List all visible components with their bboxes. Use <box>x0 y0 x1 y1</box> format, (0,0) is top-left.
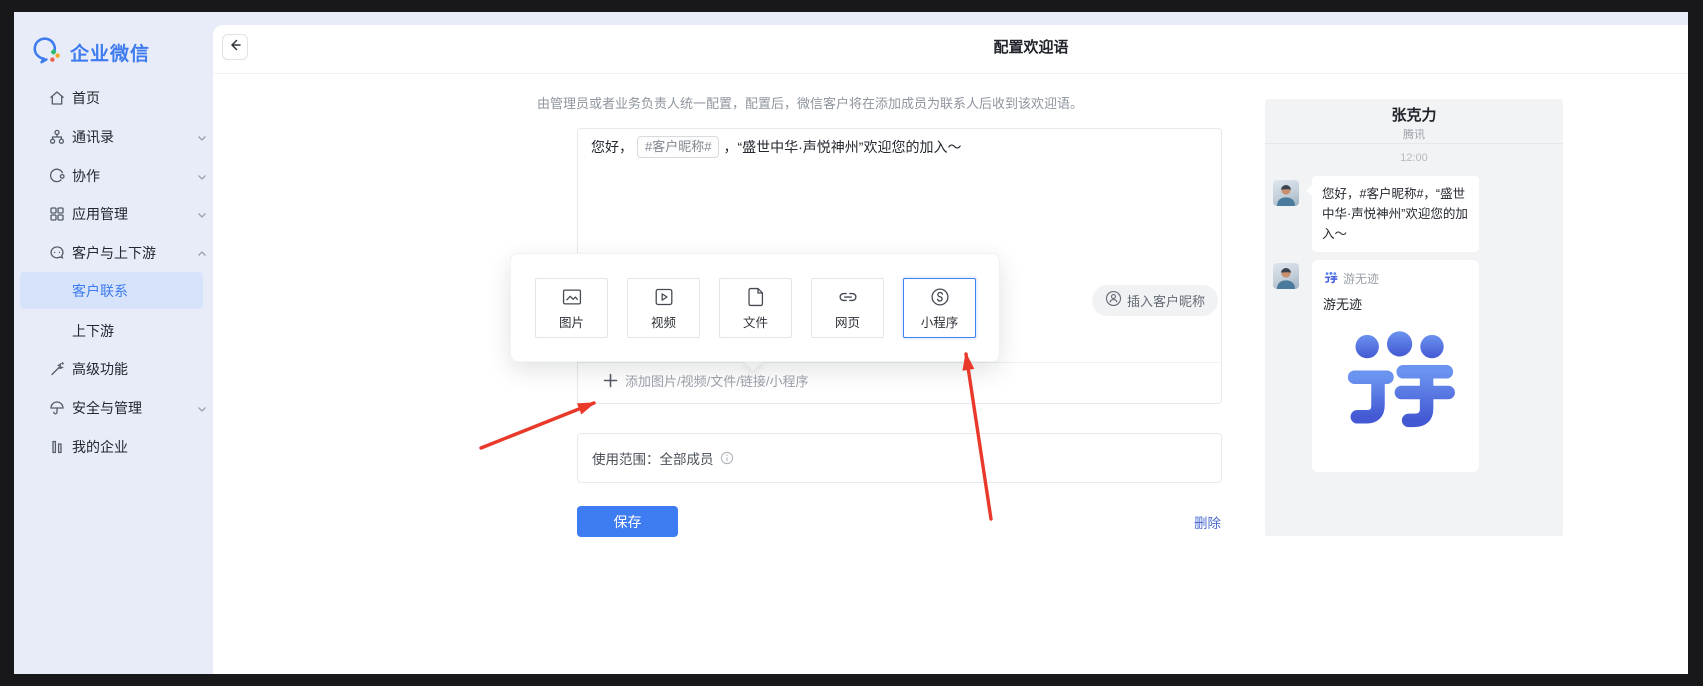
popup-option-label: 图片 <box>559 312 584 331</box>
sidebar-item-label: 客户联系 <box>72 281 128 301</box>
chevron-down-icon <box>196 402 208 414</box>
sidebar-item-advanced[interactable]: 高级功能 <box>14 355 214 382</box>
popup-option-webpage[interactable]: 网页 <box>811 278 884 338</box>
apps-grid-icon <box>48 205 66 223</box>
sidebar-item-label: 客户与上下游 <box>72 243 156 263</box>
company-icon <box>48 438 66 456</box>
video-icon <box>653 286 675 308</box>
plus-icon <box>603 373 618 388</box>
message-text-before: 您好， <box>591 139 633 155</box>
back-button[interactable] <box>222 34 248 60</box>
sidebar-item-customer-contact[interactable]: 客户联系 <box>14 277 214 304</box>
card-source-name: 游无迹 <box>1343 270 1379 287</box>
arrow-left-icon <box>228 38 242 57</box>
file-icon <box>745 286 767 308</box>
contacts-icon <box>48 128 66 146</box>
sidebar-item-label: 协作 <box>72 166 100 186</box>
preview-miniprogram-card: 游无迹 游无迹 <box>1312 260 1479 472</box>
popup-option-label: 小程序 <box>921 312 959 331</box>
person-circle-icon <box>1105 290 1122 312</box>
sidebar-item-my-company[interactable]: 我的企业 <box>14 433 214 460</box>
popup-option-image[interactable]: 图片 <box>535 278 608 338</box>
popup-option-label: 网页 <box>835 312 860 331</box>
config-description: 由管理员或者业务负责人统一配置，配置后，微信客户将在添加成员为联系人后收到该欢迎… <box>537 93 1097 112</box>
preview-contact-name: 张克力 <box>1265 104 1563 125</box>
preview-contact-org: 腾讯 <box>1265 126 1563 142</box>
nickname-tag: #客户昵称# <box>637 136 719 158</box>
sidebar-item-security[interactable]: 安全与管理 <box>14 394 214 421</box>
home-icon <box>48 89 66 107</box>
insert-nickname-label: 插入客户昵称 <box>1127 291 1205 310</box>
save-button[interactable]: 保存 <box>577 506 678 537</box>
sidebar-item-label: 高级功能 <box>72 359 128 379</box>
youwuji-logo-icon <box>1323 271 1338 287</box>
sidebar-item-customers[interactable]: 客户与上下游 <box>14 239 214 266</box>
miniprogram-icon <box>929 286 951 308</box>
sidebar-item-label: 安全与管理 <box>72 398 142 418</box>
scope-selector[interactable]: 使用范围：全部成员 <box>577 433 1222 483</box>
youwuji-logo-image <box>1333 325 1459 433</box>
advanced-wand-icon <box>48 360 66 378</box>
customer-chat-icon <box>48 244 66 262</box>
preview-message-bubble: 您好，#客户昵称#，“盛世中华·声悦神州”欢迎您的加入～ <box>1312 176 1479 252</box>
brand-logo: 企业微信 <box>30 36 150 69</box>
page-title: 配置欢迎语 <box>951 36 1111 57</box>
popup-option-label: 视频 <box>651 312 676 331</box>
popup-option-label: 文件 <box>743 312 768 331</box>
sidebar-item-label: 首页 <box>72 88 100 108</box>
card-title: 游无迹 <box>1323 294 1468 313</box>
chevron-down-icon <box>196 170 208 182</box>
scope-label: 使用范围：全部成员 <box>592 448 714 468</box>
chevron-up-icon <box>196 247 208 259</box>
sidebar-item-home[interactable]: 首页 <box>14 84 214 111</box>
avatar <box>1273 180 1299 206</box>
sidebar-item-label: 应用管理 <box>72 204 128 224</box>
insert-nickname-button[interactable]: 插入客户昵称 <box>1092 285 1218 316</box>
popup-option-miniprogram[interactable]: 小程序 <box>903 278 976 338</box>
welcome-message-text: 您好，#客户昵称#，“盛世中华·声悦神州”欢迎您的加入～ <box>591 134 1151 160</box>
wework-bubble-logo-icon <box>30 36 62 69</box>
sidebar-item-upstream-downstream[interactable]: 上下游 <box>14 317 214 344</box>
sidebar-item-contacts[interactable]: 通讯录 <box>14 123 214 150</box>
preview-timestamp: 12:00 <box>1265 152 1563 164</box>
avatar <box>1273 263 1299 289</box>
brand-name: 企业微信 <box>70 39 150 66</box>
chevron-down-icon <box>196 208 208 220</box>
header-divider <box>213 73 1688 74</box>
sidebar-item-label: 通讯录 <box>72 127 114 147</box>
screenshot-root: 企业微信 首页 通讯录 协作 应用管理 <box>0 0 1703 686</box>
delete-link[interactable]: 删除 <box>1194 512 1221 532</box>
chevron-down-icon <box>196 131 208 143</box>
add-attachment-button[interactable]: 添加图片/视频/文件/链接/小程序 <box>603 371 808 390</box>
popup-option-file[interactable]: 文件 <box>719 278 792 338</box>
collaboration-icon <box>48 167 66 185</box>
popup-option-video[interactable]: 视频 <box>627 278 700 338</box>
preview-divider <box>1265 143 1563 144</box>
link-icon <box>837 286 859 308</box>
sidebar-item-label: 我的企业 <box>72 437 128 457</box>
image-icon <box>561 286 583 308</box>
sidebar-item-collaboration[interactable]: 协作 <box>14 162 214 189</box>
message-text-after: ，“盛世中华·声悦神州”欢迎您的加入～ <box>723 139 961 155</box>
sidebar-item-apps[interactable]: 应用管理 <box>14 200 214 227</box>
umbrella-icon <box>48 399 66 417</box>
info-icon[interactable] <box>720 451 734 465</box>
add-attachment-label: 添加图片/视频/文件/链接/小程序 <box>625 371 808 390</box>
sidebar-item-label: 上下游 <box>72 321 114 341</box>
editor-divider <box>578 362 1221 363</box>
